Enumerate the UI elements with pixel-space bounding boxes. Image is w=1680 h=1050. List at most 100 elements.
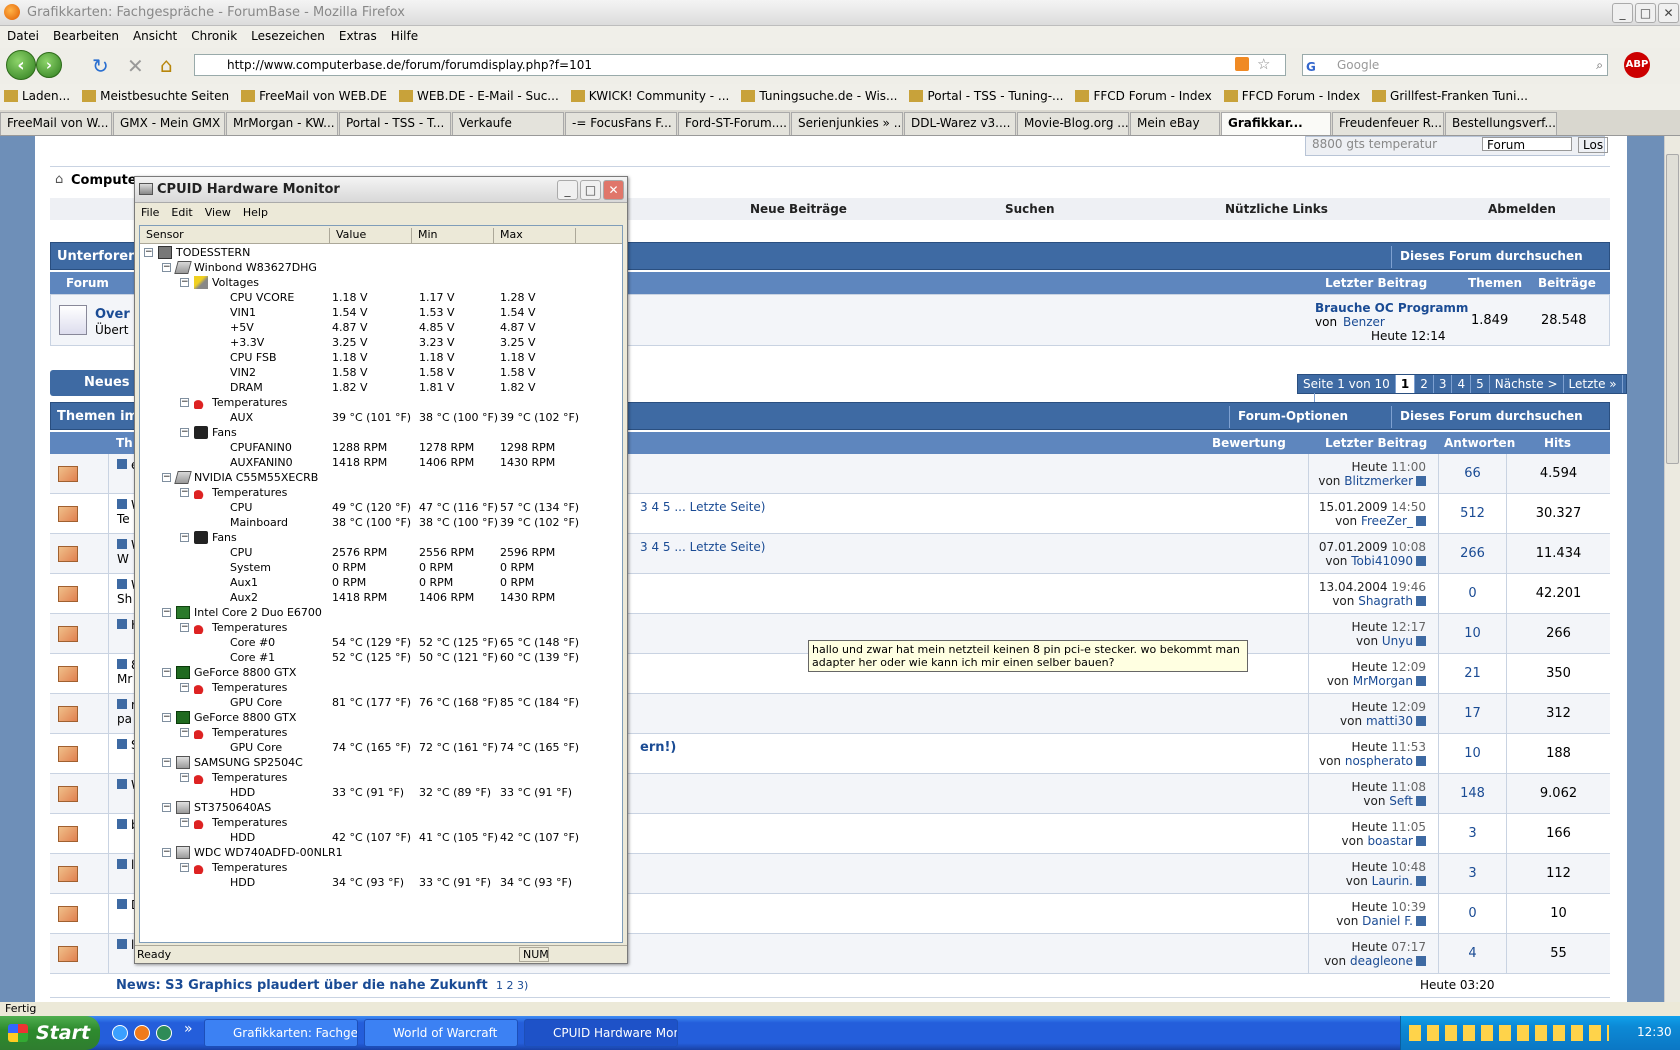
col-bewertung[interactable]: Bewertung bbox=[1212, 436, 1286, 450]
bookmark-item[interactable]: Meistbesuchte Seiten bbox=[78, 84, 237, 103]
tab[interactable]: Bestellungsverf... bbox=[1445, 112, 1557, 135]
col-sensor[interactable]: Sensor bbox=[140, 228, 330, 244]
goto-last-post-icon[interactable] bbox=[1416, 956, 1426, 966]
start-button[interactable]: Start bbox=[0, 1016, 100, 1050]
sensor-row[interactable]: VIN1 1.54 V 1.53 V 1.54 V bbox=[140, 305, 622, 321]
last-post-user[interactable]: Blitzmerker bbox=[1344, 474, 1413, 488]
last-post-user[interactable]: matti30 bbox=[1366, 714, 1413, 728]
answers-count[interactable]: 3 bbox=[1438, 854, 1506, 894]
tree-collapse-icon[interactable]: − bbox=[180, 488, 189, 497]
menu-bearbeiten[interactable]: Bearbeiten bbox=[46, 26, 126, 46]
sensor-group-row[interactable]: − WDC WD740ADFD-00NLR1 bbox=[140, 845, 622, 861]
pager-last[interactable]: Letzte » bbox=[1564, 375, 1623, 393]
tree-collapse-icon[interactable]: − bbox=[162, 758, 171, 767]
tab[interactable]: Serienjunkies » ... bbox=[791, 112, 903, 135]
sensor-group-row[interactable]: − Intel Core 2 Duo E6700 bbox=[140, 605, 622, 621]
tree-collapse-icon[interactable]: − bbox=[180, 728, 189, 737]
sensor-group-row[interactable]: − Temperatures bbox=[140, 485, 622, 501]
pager-page-4[interactable]: 4 bbox=[1452, 375, 1472, 393]
tree-collapse-icon[interactable]: − bbox=[180, 863, 189, 872]
search-icon[interactable]: ⌕ bbox=[1596, 55, 1603, 75]
checkbox-icon[interactable] bbox=[117, 579, 127, 589]
forum-search-input[interactable]: 8800 gts temperatur bbox=[1312, 137, 1472, 151]
answers-count[interactable]: 21 bbox=[1438, 654, 1506, 694]
answers-count[interactable]: 512 bbox=[1438, 494, 1506, 534]
sensor-group-row[interactable]: − ST3750640AS bbox=[140, 800, 622, 816]
tree-collapse-icon[interactable]: − bbox=[162, 668, 171, 677]
bookmark-item[interactable]: Laden... bbox=[0, 84, 78, 103]
bookmark-item[interactable]: Grillfest-Franken Tuni... bbox=[1368, 84, 1536, 103]
quicklaunch-firefox-icon[interactable] bbox=[134, 1025, 150, 1041]
forward-button[interactable]: › bbox=[36, 52, 62, 78]
tab[interactable]: GMX - Mein GMX bbox=[113, 112, 225, 135]
goto-last-post-icon[interactable] bbox=[1416, 676, 1426, 686]
hw-minimize-button[interactable]: _ bbox=[557, 180, 578, 200]
goto-last-post-icon[interactable] bbox=[1416, 516, 1426, 526]
url-input[interactable]: http://www.computerbase.de/forum/forumdi… bbox=[194, 54, 1286, 76]
goto-last-post-icon[interactable] bbox=[1416, 796, 1426, 806]
home-icon[interactable]: ⌂ bbox=[160, 53, 173, 77]
checkbox-icon[interactable] bbox=[117, 499, 127, 509]
tree-collapse-icon[interactable]: − bbox=[180, 683, 189, 692]
goto-last-post-icon[interactable] bbox=[1416, 556, 1426, 566]
tab[interactable]: Mein eBay bbox=[1130, 112, 1220, 135]
bookmark-item[interactable]: FFCD Forum - Index bbox=[1220, 84, 1368, 103]
tree-collapse-icon[interactable]: − bbox=[180, 428, 189, 437]
goto-last-post-icon[interactable] bbox=[1416, 836, 1426, 846]
sensor-row[interactable]: Core #1 52 °C (125 °F) 50 °C (121 °F) 60 °C… bbox=[140, 650, 622, 666]
answers-count[interactable]: 148 bbox=[1438, 774, 1506, 814]
hwmonitor-title-bar[interactable]: CPUID Hardware Monitor _ □ ✕ bbox=[135, 177, 627, 203]
checkbox-icon[interactable] bbox=[117, 819, 127, 829]
col-max[interactable]: Max bbox=[494, 228, 576, 244]
sensor-row[interactable]: AUXFANIN0 1418 RPM 1406 RPM 1430 RPM bbox=[140, 455, 622, 471]
breadcrumb[interactable]: Computer bbox=[71, 173, 143, 188]
sensor-row[interactable]: Aux2 1418 RPM 1406 RPM 1430 RPM bbox=[140, 590, 622, 606]
sensor-row[interactable]: HDD 42 °C (107 °F) 41 °C (105 °F) 42 °C (10… bbox=[140, 830, 622, 846]
taskbar-button-firefox[interactable]: Grafikkarten: Fachge... bbox=[204, 1019, 358, 1047]
col-value[interactable]: Value bbox=[330, 228, 412, 244]
menu-extras[interactable]: Extras bbox=[332, 26, 384, 46]
checkbox-icon[interactable] bbox=[117, 459, 127, 469]
last-post-title[interactable]: Brauche OC Programm bbox=[1315, 301, 1468, 315]
nav-nuetzliche-links[interactable]: Nützliche Links bbox=[1225, 202, 1328, 216]
menu-chronik[interactable]: Chronik bbox=[184, 26, 244, 46]
thread-pages[interactable]: 3 4 5 ... Letzte Seite) bbox=[640, 540, 765, 554]
col-thema[interactable]: Th bbox=[116, 436, 133, 450]
menu-hilfe[interactable]: Hilfe bbox=[384, 26, 425, 46]
answers-count[interactable]: 4 bbox=[1438, 934, 1506, 974]
tree-collapse-icon[interactable]: − bbox=[180, 398, 189, 407]
adblock-icon[interactable]: ABP bbox=[1624, 52, 1650, 78]
tree-collapse-icon[interactable]: − bbox=[162, 263, 171, 272]
sensor-group-row[interactable]: − Fans bbox=[140, 530, 622, 546]
last-post-user[interactable]: boastar bbox=[1367, 834, 1413, 848]
answers-count[interactable]: 3 bbox=[1438, 814, 1506, 854]
checkbox-icon[interactable] bbox=[117, 699, 127, 709]
sensor-row[interactable]: +5V 4.87 V 4.85 V 4.87 V bbox=[140, 320, 622, 336]
tree-collapse-icon[interactable]: − bbox=[180, 773, 189, 782]
sensor-row[interactable]: DRAM 1.82 V 1.81 V 1.82 V bbox=[140, 380, 622, 396]
checkbox-icon[interactable] bbox=[117, 939, 127, 949]
sensor-group-row[interactable]: − Temperatures bbox=[140, 860, 622, 876]
goto-last-post-icon[interactable] bbox=[1416, 876, 1426, 886]
thread-pages[interactable]: ern!) bbox=[640, 740, 676, 755]
sensor-group-row[interactable]: − Temperatures bbox=[140, 815, 622, 831]
sensor-group-row[interactable]: − Temperatures bbox=[140, 725, 622, 741]
home-icon[interactable]: ⌂ bbox=[55, 172, 63, 187]
last-post-user[interactable]: deagleone bbox=[1350, 954, 1413, 968]
last-post-user[interactable]: Tobi41090 bbox=[1351, 554, 1413, 568]
tab[interactable]: Movie-Blog.org ... bbox=[1017, 112, 1129, 135]
taskbar-button-hwmonitor[interactable]: CPUID Hardware Mon... bbox=[524, 1019, 678, 1047]
tree-collapse-icon[interactable]: − bbox=[180, 623, 189, 632]
col-last-post[interactable]: Letzter Beitrag bbox=[1325, 436, 1427, 450]
quicklaunch-media-icon[interactable] bbox=[156, 1025, 172, 1041]
answers-count[interactable]: 17 bbox=[1438, 694, 1506, 734]
sensor-group-row[interactable]: − Temperatures bbox=[140, 620, 622, 636]
forum-search-dropdown[interactable]: Dieses Forum durchsuchen bbox=[1391, 406, 1609, 428]
quicklaunch-chevron-icon[interactable]: » bbox=[184, 1021, 193, 1037]
checkbox-icon[interactable] bbox=[117, 539, 127, 549]
answers-count[interactable]: 266 bbox=[1438, 534, 1506, 574]
stop-icon[interactable]: ✕ bbox=[127, 54, 144, 78]
checkbox-icon[interactable] bbox=[117, 899, 127, 909]
tab[interactable]: FreeMail von W... bbox=[0, 112, 112, 135]
pager-next[interactable]: Nächste > bbox=[1490, 375, 1564, 393]
